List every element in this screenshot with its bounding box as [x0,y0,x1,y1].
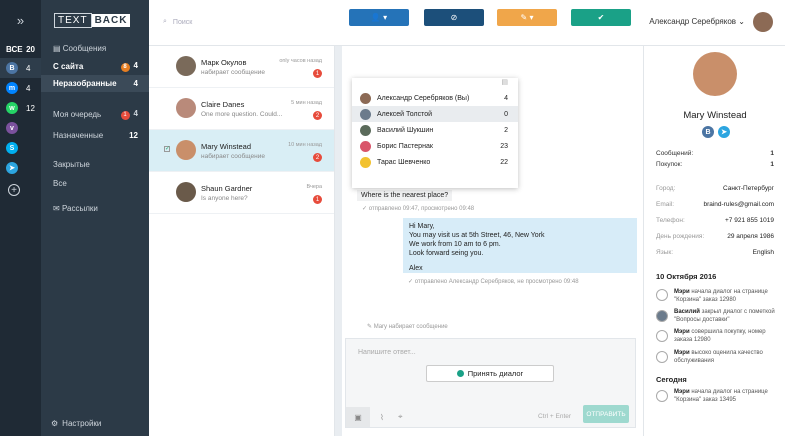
list-item[interactable]: ✓ Mary Winstead набирает сообщение 10 мин н… [149,130,334,172]
expand-icon[interactable]: » [0,0,41,40]
cart-icon [656,390,668,402]
whatsapp-icon: w [6,102,18,114]
channel-vk[interactable]: В4 [0,58,41,78]
nav-from-site[interactable]: С сайта 8 4 [41,58,149,75]
profile-panel: Mary Winstead В ➤ Сообщений: 1 Покупок: 1 … [643,46,785,436]
viber-icon: v [6,122,18,134]
add-channel-icon[interactable]: + [8,184,20,196]
link-button[interactable]: ⊘ [424,9,484,26]
assign-dropdown: ▤ Александр Серебряков (Вы) 4 Алексей Тол… [352,78,518,188]
select-checkbox[interactable]: ✓ [164,146,170,152]
gear-icon: ⚙ [51,419,59,428]
vk-icon: В [6,62,18,74]
channel-skype[interactable]: S [0,138,41,158]
nav-assigned[interactable]: Назначенные 12 [41,127,149,144]
messenger-icon: m [6,82,18,94]
channel-telegram[interactable]: ➤ [0,158,41,178]
chat-icon: ▤ [53,44,63,53]
assignee-option[interactable]: Алексей Толстой 0 [352,106,518,122]
avatar [656,310,668,322]
avatar[interactable] [753,12,773,32]
skype-icon: S [6,142,18,154]
telegram-icon: ➤ [6,162,18,174]
history-date: 10 Октября 2016 [656,272,717,281]
list-item[interactable]: Марк Окулов набирает сообщение only часов … [149,46,334,88]
assignee-option[interactable]: Тарас Шевченко 22 [352,154,518,170]
assignee-option[interactable]: Александр Серебряков (Вы) 4 [352,90,518,106]
comment-icon: ▤ [501,79,508,86]
conversation-list: Марк Окулов набирает сообщение only часов … [149,46,335,436]
channel-whatsapp[interactable]: w 12 [0,98,41,118]
avatar [176,182,196,202]
message-meta: ✓ отправлено Александр Серебряков, не пр… [408,279,579,285]
chevron-down-icon: ⌄ [738,17,745,26]
profile-name: Mary Winstead [683,110,747,121]
cart-icon [656,330,668,342]
nav-my-queue[interactable]: Моя очередь 1 4 [41,106,149,123]
typing-indicator: ✎ Mary набирает сообщение [367,324,448,330]
prev-message: Where is the nearest place? [357,190,453,201]
nav-mailings[interactable]: ✉ Рассылки [41,200,149,217]
list-item[interactable]: Shaun Gardner Is anyone here? Вчера 1 [149,172,334,214]
mail-icon: ✉ [53,204,62,213]
avatar [176,140,196,160]
smile-icon [656,351,668,363]
channel-messenger[interactable]: m4 [0,78,41,98]
search-icon: ⌕ [163,18,167,25]
resolve-button[interactable]: ✔ [571,9,631,26]
assignee-option[interactable]: Василий Шукшин 2 [352,122,518,138]
list-item[interactable]: Claire Danes One more question. Could... 5… [149,88,334,130]
nav-unsorted[interactable]: Неразобранные 4 [41,75,149,92]
cart-icon [656,289,668,301]
message-bubble: Hi Mary, You may visit us at 5th Street,… [403,218,637,273]
send-button[interactable]: ОТПРАВИТЬ [583,405,629,423]
avatar [176,98,196,118]
assignee-option[interactable]: Борис Пастернак 23 [352,138,518,154]
history-date: Сегодня [656,375,687,384]
accept-dialog-button[interactable]: Принять диалог [426,365,554,382]
message-meta: ✓ отправлено 09:47, просмотрено 09:48 [362,206,475,212]
logo: TEXT BACK [41,0,149,40]
location-icon[interactable]: ⌖ [398,412,403,422]
telegram-icon[interactable]: ➤ [718,126,730,138]
nav-settings[interactable]: ⚙ Настройки [51,419,101,428]
channel-all[interactable]: ВСЕ 20 [0,40,41,58]
attach-icon[interactable]: ⌇ [380,413,384,422]
channel-rail: » ВСЕ 20 В4 m4 w 12 v S ➤ + [0,0,41,436]
compose-input[interactable]: Напишите ответ... [358,349,416,356]
avatar [176,56,196,76]
nav-all[interactable]: Все [41,175,149,192]
dot-icon [456,370,464,377]
messages-header: ▤ Сообщения [53,44,107,53]
assign-button[interactable]: 👤 ▾ [349,9,409,26]
user-menu[interactable]: Александр Серебряков ⌄ [649,17,745,26]
channel-viber[interactable]: v [0,118,41,138]
nav-closed[interactable]: Закрытые [41,156,149,173]
camera-icon[interactable]: ▣ [346,407,370,427]
search-input[interactable]: ⌕ Поиск [163,18,192,26]
sidebar: TEXT BACK ▤ Сообщения С сайта 8 4 Неразобра… [41,0,149,436]
tag-button[interactable]: ✎ ▾ [497,9,557,26]
avatar [693,52,737,96]
vk-icon[interactable]: В [702,126,714,138]
